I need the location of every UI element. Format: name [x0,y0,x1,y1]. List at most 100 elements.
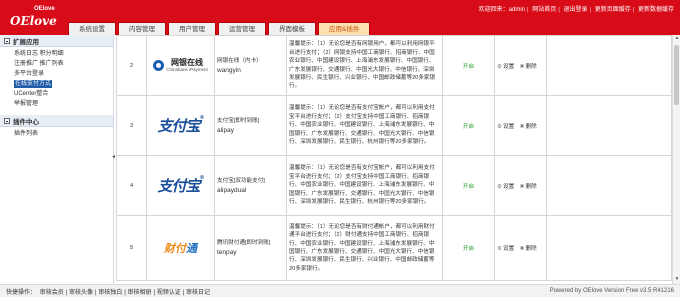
sidebar-item-multi-platform-login[interactable]: 多平台登录 [14,69,113,79]
settings-label: 设置 [503,183,515,190]
empty-cell [546,35,672,96]
chinabank-logo-icon [153,59,165,71]
alipay-logo-text: 支付宝 [157,117,200,135]
review-members-link[interactable]: 审核会员 [40,290,64,296]
logo-brand-text: OElove [10,14,57,28]
tab-system-settings[interactable]: 系统设置 [68,22,116,35]
review-diaries-link[interactable]: 审核日记 [186,290,210,296]
alipay-logo: 支付宝® [157,115,204,135]
row-index: 4 [116,155,147,216]
tab-apps-plugins[interactable]: 应用&插件 [318,22,371,35]
status-badge: 开启 [442,215,495,281]
settings-button[interactable]: ⚙设置 [497,184,514,190]
site-home-link[interactable]: 网站首页 [532,7,556,13]
empty-cell [546,95,672,156]
sidebar-plugin-list: 插件列表 [0,127,113,145]
review-albums-link[interactable]: 审核相册 [127,290,151,296]
sidebar-section-label: 扩展应用 [13,38,39,46]
delete-button[interactable]: ✖删除 [520,64,537,70]
payment-logo-cell: 支付宝® [146,95,215,156]
delete-button[interactable]: ✖删除 [520,124,537,130]
table-row: 3 支付宝® 支付宝[即时到账] alipay 温馨提示：（1）无论您是否有支付… [116,95,672,156]
payment-logo-cell: 支付宝® [146,155,215,216]
footer-bar: 快捷操作： 审核会员 | 审核头像 | 审核独白 | 审核相册 | 视频认证 | 审核日记… [0,284,680,297]
gear-icon: ⚙ [497,246,503,252]
row-index: 2 [116,35,147,96]
delete-button[interactable]: ✖删除 [520,246,537,252]
delete-icon: ✖ [519,123,525,130]
row-index: 5 [116,215,147,281]
tenpay-logo-text: 财付 [164,243,186,255]
sidebar-item-online-payment[interactable]: 在线支付方式 [14,80,53,88]
settings-button[interactable]: ⚙设置 [497,246,514,252]
logo-small-text: OElove [34,6,55,12]
sidebar-item-plugin-list[interactable]: 插件列表 [14,129,113,139]
payment-name-cell: 支付宝[即时到账] alipay [214,95,287,156]
chinabank-logo-subtext: Chinabank iPayment [166,66,208,72]
sidebar-section-extensions[interactable]: 扩展应用 [0,35,113,47]
site-logo[interactable]: OElove OElove [6,4,66,30]
sidebar-section-plugin-center[interactable]: 插件中心 [0,115,113,127]
tab-operations-management[interactable]: 运营管理 [218,22,266,35]
sidebar-section-label: 插件中心 [13,118,39,126]
payment-logo-cell: 网银在线 Chinabank iPayment [146,35,215,96]
tab-interface-templates[interactable]: 界面模板 [268,22,316,35]
collapse-icon[interactable] [4,37,10,44]
delete-label: 删除 [525,123,537,130]
review-monologues-link[interactable]: 审核独白 [98,290,122,296]
quick-actions: 快捷操作： 审核会员 | 审核头像 | 审核独白 | 审核相册 | 视频认证 | 审核日记 [6,289,210,296]
video-verification-link[interactable]: 视频认证 [157,290,181,296]
collapse-icon[interactable] [4,117,10,124]
quick-actions-label: 快捷操作： [6,289,37,296]
vertical-scrollbar[interactable]: ▲ ▼ [672,35,680,284]
payment-name-cell: 腾讯财付通[即时到账] tenpay [214,215,287,281]
status-badge: 开启 [442,155,495,216]
sidebar-item-promotion[interactable]: 注册推广 推广列表 [14,59,113,69]
payment-name: 支付宝[即时到账] [217,117,260,124]
table-row: 4 支付宝® 支付宝[双功能支付] alipaydual 温馨提示：（1）无论您… [116,155,672,216]
logout-link[interactable]: 退出登录 [563,7,587,13]
table-row: 5 财付通 腾讯财付通[即时到账] tenpay 温馨提示：（1）无论您是否有财… [116,215,672,281]
sidebar-item-reports[interactable]: 举报管理 [14,99,113,109]
delete-label: 删除 [525,63,537,70]
tenpay-logo: 财付通 [164,243,197,255]
settings-label: 设置 [503,123,515,130]
payment-description: 温馨提示：（1）无论您是否有财付通帐户，都可以利用财付通平台进行支付；（2）财付… [286,215,443,281]
scroll-up-icon[interactable]: ▲ [673,35,680,43]
payment-code: alipaydual [217,186,247,194]
refresh-data-cache-link[interactable]: 更新数据缓存 [638,7,674,13]
delete-icon: ✖ [519,63,525,70]
welcome-user-text: 欢迎回来：admin [478,7,525,13]
tab-user-management[interactable]: 用户管理 [168,22,216,35]
sidebar-item-ucenter[interactable]: UCenter整合 [14,89,113,99]
payment-description: 温馨提示：（1）无论您是否有支付宝帐户，都可以利用支付宝平台进行支付；（2）支付… [286,155,443,216]
row-actions: ⚙设置 ✖删除 [494,215,547,281]
refresh-page-cache-link[interactable]: 更新页面缓存 [595,7,631,13]
alipay-logo: 支付宝® [157,175,204,195]
top-links: 欢迎回来：admin | 网站首页 | 退出登录 | 更新页面缓存 | 更新数据缓存 [478,7,674,13]
scrollbar-thumb[interactable] [674,45,679,105]
settings-label: 设置 [503,246,515,252]
row-actions: ⚙设置 ✖删除 [494,35,547,96]
sidebar-extension-list: 系统日志 积分明细 注册推广 推广列表 多平台登录 在线支付方式 UCenter… [0,47,113,115]
payment-name-cell: 网银在线（内卡） wangyin [214,35,287,96]
chinabank-logo: 网银在线 Chinabank iPayment [153,57,208,72]
payment-code: tenpay [217,249,237,256]
sidebar-item-logs-points[interactable]: 系统日志 积分明细 [14,49,113,59]
tenpay-logo-text-accent: 通 [186,243,197,255]
settings-label: 设置 [503,63,515,70]
payment-logo-cell: 财付通 [146,215,215,281]
settings-button[interactable]: ⚙设置 [497,124,514,130]
delete-button[interactable]: ✖删除 [520,184,537,190]
payment-name: 腾讯财付通[即时到账] [217,240,271,246]
review-avatars-link[interactable]: 审核头像 [69,290,93,296]
payment-code: wangyin [217,66,241,74]
payment-name-cell: 支付宝[双功能支付] alipaydual [214,155,287,216]
chinabank-logo-text: 网银在线 [171,57,203,67]
settings-button[interactable]: ⚙设置 [497,64,514,70]
payment-description: 温馨提示：（1）无论您是否有支付宝帐户，都可以利用支付宝平台进行支付；（2）支付… [286,95,443,156]
tab-content-management[interactable]: 内容管理 [118,22,166,35]
scroll-down-icon[interactable]: ▼ [673,276,680,284]
gear-icon: ⚙ [497,63,503,70]
table-row: 2 网银在线 Chinabank iPayment 网银在线（内卡） wangy… [116,35,672,96]
